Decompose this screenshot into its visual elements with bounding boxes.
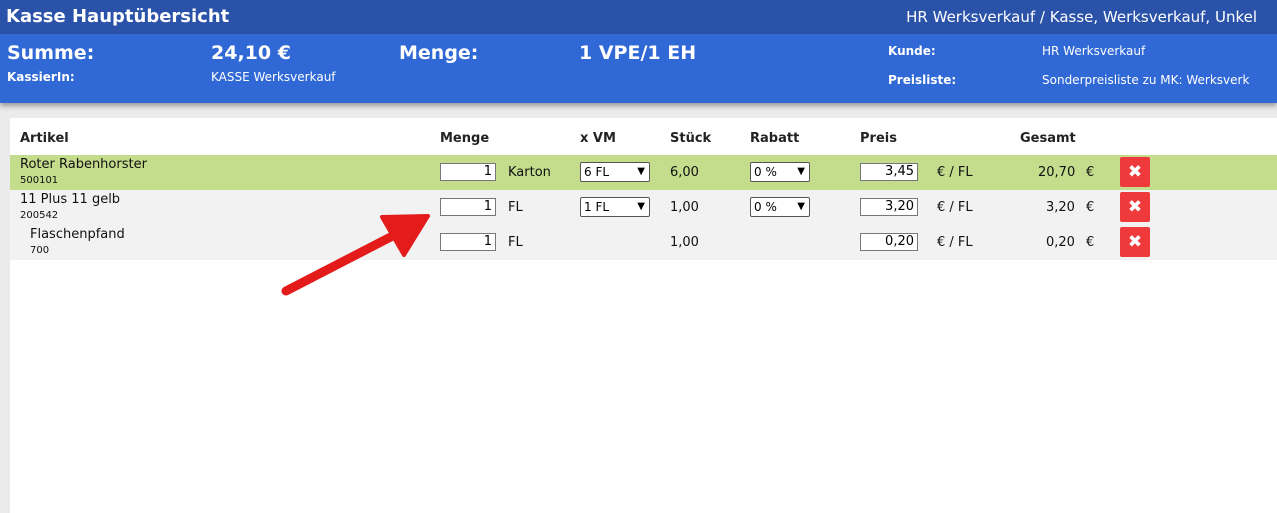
total-value: 3,20 bbox=[1046, 200, 1075, 215]
kassierin-value: KASSE Werksverkauf bbox=[211, 70, 336, 84]
price-unit: € / FL bbox=[937, 165, 973, 180]
title-bar: Kasse Hauptübersicht HR Werksverkauf / K… bbox=[0, 0, 1277, 34]
stueck-value: 1,00 bbox=[670, 200, 699, 215]
cart-panel: Artikel Menge x VM Stück Rabatt Preis Ge… bbox=[10, 118, 1277, 513]
table-row[interactable]: Flaschenpfand 700 1 FL 1,00 0,20 € / FL … bbox=[10, 225, 1277, 260]
quantity-input[interactable]: 1 bbox=[440, 198, 496, 216]
table-row[interactable]: 11 Plus 11 gelb 200542 1 FL 1 FL ▼ 1,00 … bbox=[10, 190, 1277, 225]
rabatt-select-value: 0 % bbox=[754, 165, 777, 179]
rabatt-select[interactable]: 0 % ▼ bbox=[750, 162, 810, 182]
article-name: Flaschenpfand bbox=[30, 227, 125, 242]
price-input[interactable]: 3,20 bbox=[860, 198, 918, 216]
chevron-down-icon: ▼ bbox=[797, 166, 805, 177]
header-stueck: Stück bbox=[670, 131, 712, 146]
context-info: HR Werksverkauf / Kasse, Werksverkauf, U… bbox=[906, 8, 1257, 26]
summe-value: 24,10 € bbox=[211, 42, 291, 64]
stueck-value: 6,00 bbox=[670, 165, 699, 180]
chevron-down-icon: ▼ bbox=[637, 166, 645, 177]
delete-button[interactable]: ✖ bbox=[1120, 157, 1150, 187]
total-value: 20,70 bbox=[1038, 165, 1076, 180]
kunde-value: HR Werksverkauf bbox=[1042, 44, 1146, 58]
vm-select[interactable]: 6 FL ▼ bbox=[580, 162, 650, 182]
preisliste-value: Sonderpreisliste zu MK: Werksverk bbox=[1042, 73, 1250, 87]
price-unit: € / FL bbox=[937, 200, 973, 215]
header-preis: Preis bbox=[860, 131, 897, 146]
price-input[interactable]: 0,20 bbox=[860, 233, 918, 251]
article-number: 200542 bbox=[20, 210, 59, 221]
quantity-input[interactable]: 1 bbox=[440, 163, 496, 181]
total-currency: € bbox=[1086, 235, 1095, 250]
header-menge: Menge bbox=[440, 131, 490, 146]
header-rabatt: Rabatt bbox=[750, 131, 800, 146]
article-name: 11 Plus 11 gelb bbox=[20, 192, 121, 207]
total-currency: € bbox=[1086, 165, 1095, 180]
page-title: Kasse Hauptübersicht bbox=[6, 6, 230, 27]
table-row[interactable]: Roter Rabenhorster 500101 1 Karton 6 FL … bbox=[10, 155, 1277, 190]
price-unit: € / FL bbox=[937, 235, 973, 250]
total-currency: € bbox=[1086, 200, 1095, 215]
close-x-icon: ✖ bbox=[1127, 162, 1143, 182]
menge-label: Menge: bbox=[399, 42, 479, 64]
quantity-input[interactable]: 1 bbox=[440, 233, 496, 251]
article-number: 700 bbox=[30, 245, 50, 256]
stueck-value: 1,00 bbox=[670, 235, 699, 250]
kassierin-label: KassierIn: bbox=[7, 70, 75, 84]
header-gesamt: Gesamt bbox=[1020, 131, 1076, 146]
red-arrow-annotation bbox=[281, 214, 430, 296]
summe-label: Summe: bbox=[7, 42, 95, 64]
menge-value: 1 VPE/1 EH bbox=[579, 42, 697, 64]
unit-label: FL bbox=[508, 235, 523, 250]
price-input[interactable]: 3,45 bbox=[860, 163, 918, 181]
total-value: 0,20 bbox=[1046, 235, 1075, 250]
article-name: Roter Rabenhorster bbox=[20, 157, 147, 172]
header-xvm: x VM bbox=[580, 131, 616, 146]
summary-bar: Summe: 24,10 € Menge: 1 VPE/1 EH Kassier… bbox=[0, 34, 1277, 103]
close-x-icon: ✖ bbox=[1127, 197, 1143, 217]
unit-label: FL bbox=[508, 200, 523, 215]
vm-select-value: 6 FL bbox=[584, 165, 610, 179]
vm-select[interactable]: 1 FL ▼ bbox=[580, 197, 650, 217]
delete-button[interactable]: ✖ bbox=[1120, 227, 1150, 257]
header-artikel: Artikel bbox=[20, 131, 69, 146]
rabatt-select[interactable]: 0 % ▼ bbox=[750, 197, 810, 217]
preisliste-label: Preisliste: bbox=[888, 73, 957, 87]
unit-label: Karton bbox=[508, 165, 551, 180]
vm-select-value: 1 FL bbox=[584, 200, 610, 214]
kunde-label: Kunde: bbox=[888, 44, 936, 58]
rabatt-select-value: 0 % bbox=[754, 200, 777, 214]
article-number: 500101 bbox=[20, 175, 59, 186]
chevron-down-icon: ▼ bbox=[637, 201, 645, 212]
delete-button[interactable]: ✖ bbox=[1120, 192, 1150, 222]
close-x-icon: ✖ bbox=[1127, 232, 1143, 252]
chevron-down-icon: ▼ bbox=[797, 201, 805, 212]
